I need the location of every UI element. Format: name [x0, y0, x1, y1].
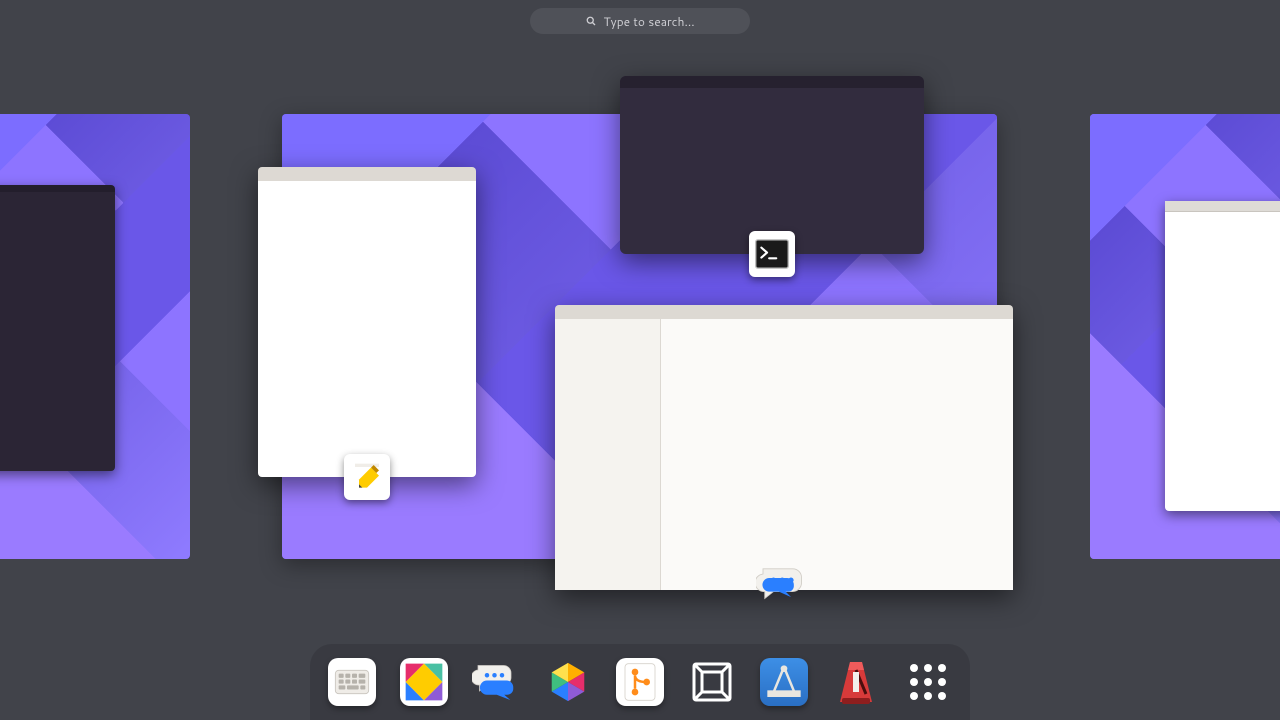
workspace-previous[interactable] [0, 114, 190, 559]
window-chrome [258, 167, 476, 182]
window-app-badge [344, 454, 390, 500]
dock-app-geometry[interactable] [760, 658, 808, 706]
color-manager-icon [545, 659, 591, 705]
search-icon [585, 15, 597, 27]
chat-icon [756, 560, 812, 616]
window-app-badge [756, 560, 812, 616]
terminal-icon [755, 239, 789, 269]
metronome-icon [836, 658, 876, 706]
dash [310, 644, 970, 720]
chat-sidebar [555, 319, 661, 590]
window-text-editor[interactable] [258, 167, 476, 477]
previous-workspace-window [0, 185, 115, 471]
geometry-icon [764, 662, 804, 702]
dock-app-boxes[interactable] [688, 658, 736, 706]
app-grid-icon [910, 664, 946, 700]
dock-app-color-manager[interactable] [544, 658, 592, 706]
tangram-icon [402, 660, 446, 704]
dock-app-git[interactable] [616, 658, 664, 706]
dock-app-metronome[interactable] [832, 658, 880, 706]
activities-search-placeholder: Type to search... [603, 13, 694, 30]
window-body [258, 181, 476, 477]
boxes-icon [688, 658, 736, 706]
chat-main [661, 319, 1013, 590]
next-workspace-window [1165, 201, 1280, 511]
window-chrome [555, 305, 1013, 320]
chat-icon [472, 656, 520, 708]
git-icon [622, 662, 658, 702]
dock-app-keyboard[interactable] [328, 658, 376, 706]
keyboard-icon [332, 662, 372, 702]
dock-app-grid[interactable] [904, 658, 952, 706]
workspace-next[interactable] [1090, 114, 1280, 559]
text-editor-icon [351, 461, 383, 493]
dock-app-chat[interactable] [472, 658, 520, 706]
window-body [555, 319, 1013, 590]
window-chat[interactable] [555, 305, 1013, 590]
window-app-badge [749, 231, 795, 277]
activities-search[interactable]: Type to search... [530, 8, 750, 34]
dock-app-tangram[interactable] [400, 658, 448, 706]
window-terminal[interactable] [620, 76, 924, 254]
